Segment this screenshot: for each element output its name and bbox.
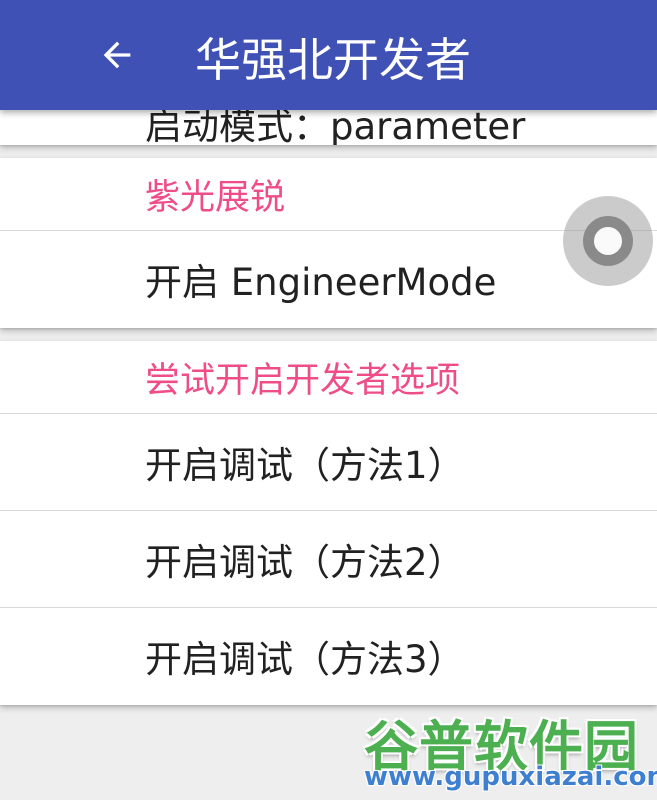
page-title: 华强北开发者 <box>195 33 471 87</box>
preference-category-unisoc: 紫光展锐 开启 EngineerMode <box>0 158 657 328</box>
circle-ring-icon <box>583 216 633 266</box>
watermark-url: www.gupuxiazai.com <box>364 762 657 792</box>
app-bar: 华强北开发者 <box>0 0 657 110</box>
arrow-back-icon[interactable] <box>92 30 142 80</box>
debug-method-2-item[interactable]: 开启调试（方法2） <box>0 510 657 607</box>
engineer-mode-item[interactable]: 开启 EngineerMode <box>0 230 657 327</box>
watermark: 谷普软件园 www.gupuxiazai.com <box>360 698 657 800</box>
preference-category-developer-options: 尝试开启开发者选项 开启调试（方法1） 开启调试（方法2） 开启调试（方法3） <box>0 341 657 705</box>
category-header-developer-options: 尝试开启开发者选项 <box>145 360 461 401</box>
category-header-unisoc: 紫光展锐 <box>145 177 286 218</box>
debug-method-1-item[interactable]: 开启调试（方法1） <box>0 413 657 510</box>
floating-assistive-button[interactable] <box>563 196 653 286</box>
debug-method-3-item[interactable]: 开启调试（方法3） <box>0 607 657 704</box>
